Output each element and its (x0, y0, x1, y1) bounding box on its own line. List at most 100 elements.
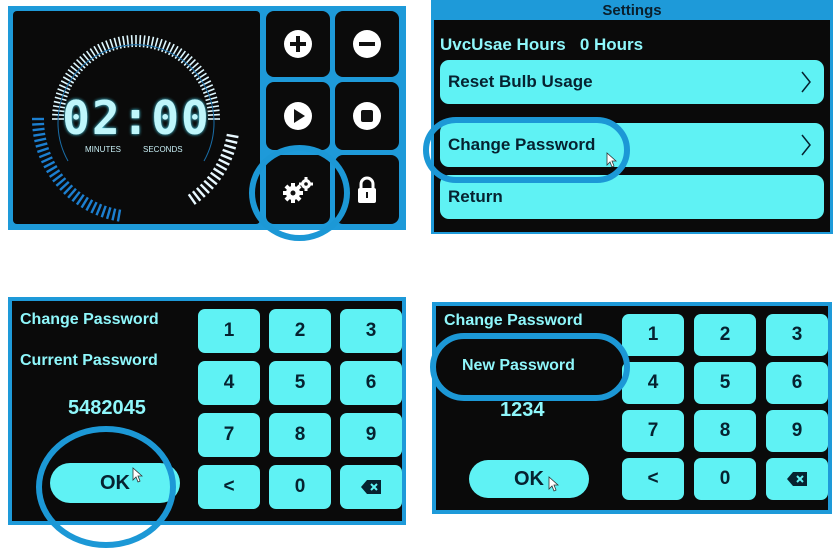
keypad: 1 2 3 4 5 6 7 8 9 <0 (622, 314, 828, 510)
current-password-panel: Change Password Current Password 5482045… (8, 297, 406, 525)
key-5-button[interactable]: 5 (694, 362, 756, 404)
keypad-title: Change Password (20, 311, 159, 328)
mouse-cursor-icon (548, 476, 559, 492)
dial-tick (80, 196, 89, 209)
new-password-label: New Password (462, 357, 575, 374)
dial-tick (195, 187, 206, 198)
dial-tick (43, 160, 56, 169)
dial-tick (212, 167, 225, 176)
key-6-button[interactable]: 6 (340, 361, 402, 405)
new-password-panel: Change Password New Password 1234 OK 123… (432, 302, 832, 514)
minutes-label: MINUTES (85, 145, 121, 154)
minus-button[interactable] (335, 11, 399, 77)
key-back-button[interactable]: < (622, 458, 684, 500)
lock-button[interactable] (335, 155, 399, 224)
plus-button[interactable] (266, 11, 330, 77)
dial-tick (201, 84, 214, 91)
dial-tick (58, 84, 71, 91)
lock-icon (358, 176, 376, 203)
key-8-button[interactable]: 8 (694, 410, 756, 452)
key-8-button[interactable]: 8 (269, 413, 331, 457)
plus-circle-icon (284, 30, 312, 58)
current-password-value: 5482045 (68, 397, 146, 419)
dial-tick (105, 207, 112, 220)
settings-button[interactable] (266, 155, 330, 224)
minus-circle-icon (353, 30, 381, 58)
new-password-body: Change Password New Password 1234 OK 123… (436, 306, 828, 510)
settings-title: Settings (602, 2, 662, 19)
key-0-button[interactable]: 0 (694, 458, 756, 500)
key-back-button[interactable]: < (198, 465, 260, 509)
key-6-button[interactable]: 6 (766, 362, 828, 404)
key-3-button[interactable]: 3 (766, 314, 828, 356)
timer-display-area: 02:00 MINUTES SECONDS (13, 11, 260, 224)
seconds-label: SECONDS (143, 145, 183, 154)
key-2-button[interactable]: 2 (269, 309, 331, 353)
play-circle-icon (284, 102, 312, 130)
key-3-button[interactable]: 3 (340, 309, 402, 353)
backspace-icon (361, 480, 381, 494)
reset-bulb-usage-button[interactable]: Reset Bulb Usage (440, 60, 824, 104)
key-1-button[interactable]: 1 (198, 309, 260, 353)
mouse-cursor-icon (132, 467, 143, 483)
dial-tick (199, 183, 210, 194)
chevron-right-icon (801, 134, 811, 156)
dial-tick (38, 151, 51, 159)
reset-bulb-usage-label: Reset Bulb Usage (448, 72, 593, 91)
settings-panel: Settings UvcUsae Hours 0 Hours Reset Bul… (431, 0, 833, 234)
dial-tick (209, 171, 222, 181)
key-4-button[interactable]: 4 (198, 361, 260, 405)
dial-tick (223, 143, 237, 150)
key-2-button[interactable]: 2 (694, 314, 756, 356)
dial-tick (203, 179, 214, 190)
dial-tick (75, 194, 85, 206)
dial-tick (206, 175, 218, 186)
dial-tick (191, 190, 202, 202)
dial-tick (36, 146, 50, 154)
return-button[interactable]: Return (440, 175, 824, 219)
ok-button[interactable]: OK (50, 463, 180, 503)
dial-tick (187, 193, 197, 205)
key-delete-button[interactable] (766, 458, 828, 500)
dial-tick (218, 158, 230, 166)
stop-button[interactable] (335, 82, 399, 150)
current-password-label: Current Password (20, 352, 158, 369)
uvc-usage-hours: UvcUsae Hours 0 Hours (440, 35, 644, 54)
dial-tick (95, 203, 103, 216)
settings-body: UvcUsae Hours 0 Hours Reset Bulb Usage C… (434, 20, 830, 232)
dial-tick (220, 153, 233, 161)
dial-tick (222, 148, 235, 156)
change-password-button[interactable]: Change Password (440, 123, 824, 167)
backspace-icon (787, 472, 807, 486)
ok-button[interactable]: OK (469, 460, 589, 498)
dial-tick (90, 201, 98, 214)
mouse-cursor-icon (606, 152, 617, 168)
key-delete-button[interactable] (340, 465, 402, 509)
change-password-label: Change Password (448, 135, 596, 154)
key-4-button[interactable]: 4 (622, 362, 684, 404)
dial-tick (215, 162, 228, 171)
dial-tick (100, 205, 107, 218)
play-button[interactable] (266, 82, 330, 150)
key-7-button[interactable]: 7 (622, 410, 684, 452)
stop-circle-icon (353, 102, 381, 130)
dial-tick (116, 209, 122, 222)
dial-tick (46, 165, 58, 174)
chevron-right-icon (801, 71, 811, 93)
dial-tick (40, 156, 53, 164)
key-1-button[interactable]: 1 (622, 314, 684, 356)
key-7-button[interactable]: 7 (198, 413, 260, 457)
ok-label: OK (514, 467, 544, 490)
key-9-button[interactable]: 9 (766, 410, 828, 452)
return-label: Return (448, 187, 503, 206)
key-0-button[interactable]: 0 (269, 465, 331, 509)
timer-panel: 02:00 MINUTES SECONDS (8, 6, 406, 230)
keypad: 1 2 3 4 5 6 7 8 9 <0 (198, 309, 402, 519)
timer-readout: 02:00 (62, 91, 211, 145)
key-5-button[interactable]: 5 (269, 361, 331, 405)
key-9-button[interactable]: 9 (340, 413, 402, 457)
dial-tick (85, 199, 94, 212)
dial-tick (111, 208, 117, 221)
new-password-value: 1234 (500, 399, 545, 421)
dial-tick (48, 169, 61, 178)
